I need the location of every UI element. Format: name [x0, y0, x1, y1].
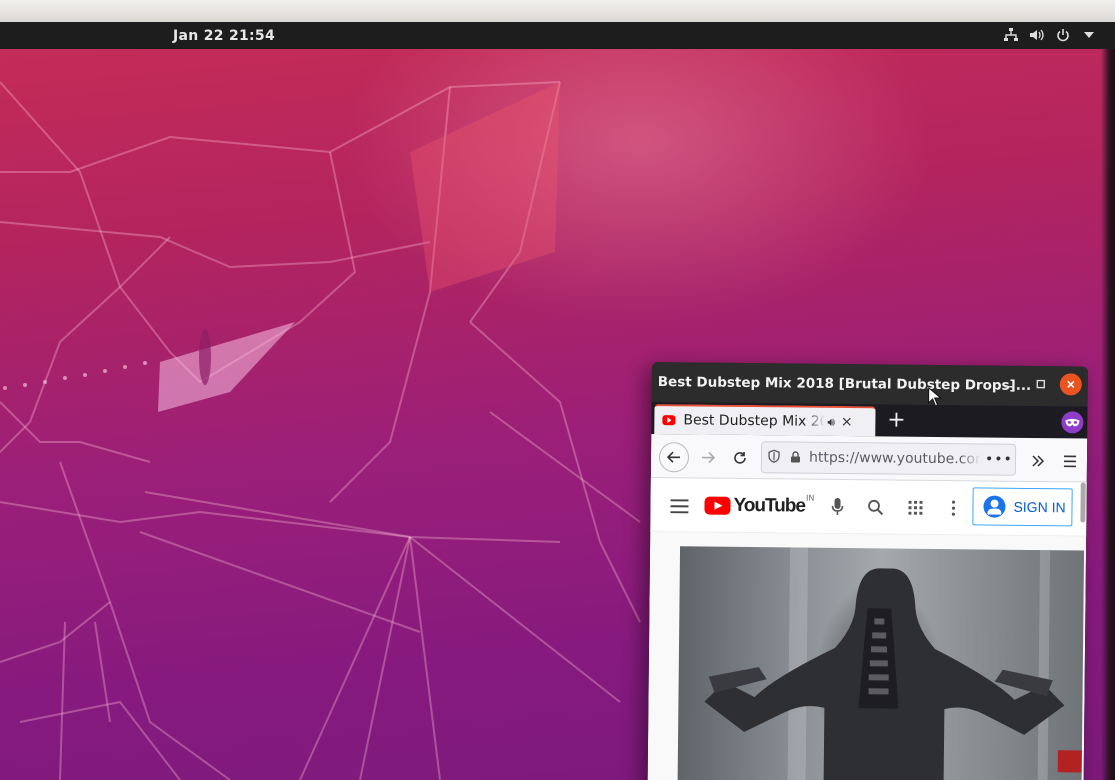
scrollbar[interactable]	[1080, 482, 1086, 523]
more-vertical-icon[interactable]	[942, 497, 964, 519]
youtube-play-logo-icon	[704, 496, 731, 515]
new-tab-button[interactable]: +	[883, 406, 909, 432]
system-tray[interactable]	[1003, 27, 1097, 43]
tab-label: Best Dubstep Mix 2018 [Brutal Dubstep Dr…	[683, 412, 826, 430]
overflow-chevron-icon[interactable]	[1023, 446, 1053, 476]
video-frame-image	[704, 547, 1082, 780]
youtube-favicon-icon	[662, 415, 676, 426]
lock-icon[interactable]	[790, 448, 801, 467]
monitor-right-edge	[1101, 22, 1115, 780]
window-title: Best Dubstep Mix 2018 [Brutal Dubstep Dr…	[657, 374, 1032, 394]
page-actions-button[interactable]: •••	[985, 451, 1013, 467]
volume-icon[interactable]	[1029, 27, 1045, 43]
sign-in-label: SIGN IN	[1013, 498, 1066, 516]
page-content: YouTube IN SIGN IN	[647, 477, 1087, 780]
private-browsing-icon	[1061, 411, 1084, 434]
microphone-icon[interactable]	[826, 496, 848, 518]
monitor-bezel	[0, 0, 1115, 22]
url-bar[interactable]: https://www.youtube.com/watch •••	[760, 441, 1017, 476]
youtube-menu-icon[interactable]	[670, 494, 689, 518]
tab-youtube[interactable]: Best Dubstep Mix 2018 [Brutal Dubstep Dr…	[654, 404, 876, 437]
tab-close-button[interactable]: ×	[841, 414, 853, 430]
audio-playing-icon[interactable]: 🔊︎	[827, 414, 835, 429]
youtube-header: YouTube IN SIGN IN	[650, 477, 1087, 537]
account-avatar-icon	[983, 495, 1006, 518]
window-titlebar[interactable]: Best Dubstep Mix 2018 [Brutal Dubstep Dr…	[651, 362, 1088, 407]
clock[interactable]: Jan 22 21:54	[173, 28, 275, 44]
url-text[interactable]: https://www.youtube.com/watch	[809, 450, 981, 468]
firefox-window: Best Dubstep Mix 2018 [Brutal Dubstep Dr…	[647, 362, 1088, 780]
forward-button[interactable]	[693, 442, 723, 472]
youtube-wordmark: YouTube	[733, 494, 806, 517]
country-code: IN	[805, 493, 815, 503]
dropdown-arrow-icon[interactable]	[1081, 27, 1097, 43]
tracking-protection-shield-icon[interactable]	[768, 448, 780, 467]
power-icon[interactable]	[1055, 27, 1071, 43]
tab-strip: Best Dubstep Mix 2018 [Brutal Dubstep Dr…	[651, 401, 1088, 439]
gnome-top-bar: Jan 22 21:54	[0, 22, 1115, 49]
youtube-logo[interactable]: YouTube IN	[704, 493, 815, 518]
apps-grid-icon[interactable]	[904, 497, 926, 519]
video-player[interactable]	[677, 546, 1085, 780]
hamburger-menu-icon[interactable]	[1055, 446, 1085, 476]
sign-in-button[interactable]: SIGN IN	[972, 487, 1073, 527]
back-button[interactable]	[658, 442, 690, 473]
maximize-button[interactable]	[1030, 373, 1052, 395]
search-icon[interactable]	[864, 496, 886, 518]
close-button[interactable]	[1059, 373, 1082, 396]
network-icon[interactable]	[1003, 27, 1019, 43]
minimize-button[interactable]	[998, 373, 1020, 395]
navigation-toolbar: https://www.youtube.com/watch •••	[650, 433, 1088, 483]
reload-button[interactable]	[725, 443, 755, 473]
